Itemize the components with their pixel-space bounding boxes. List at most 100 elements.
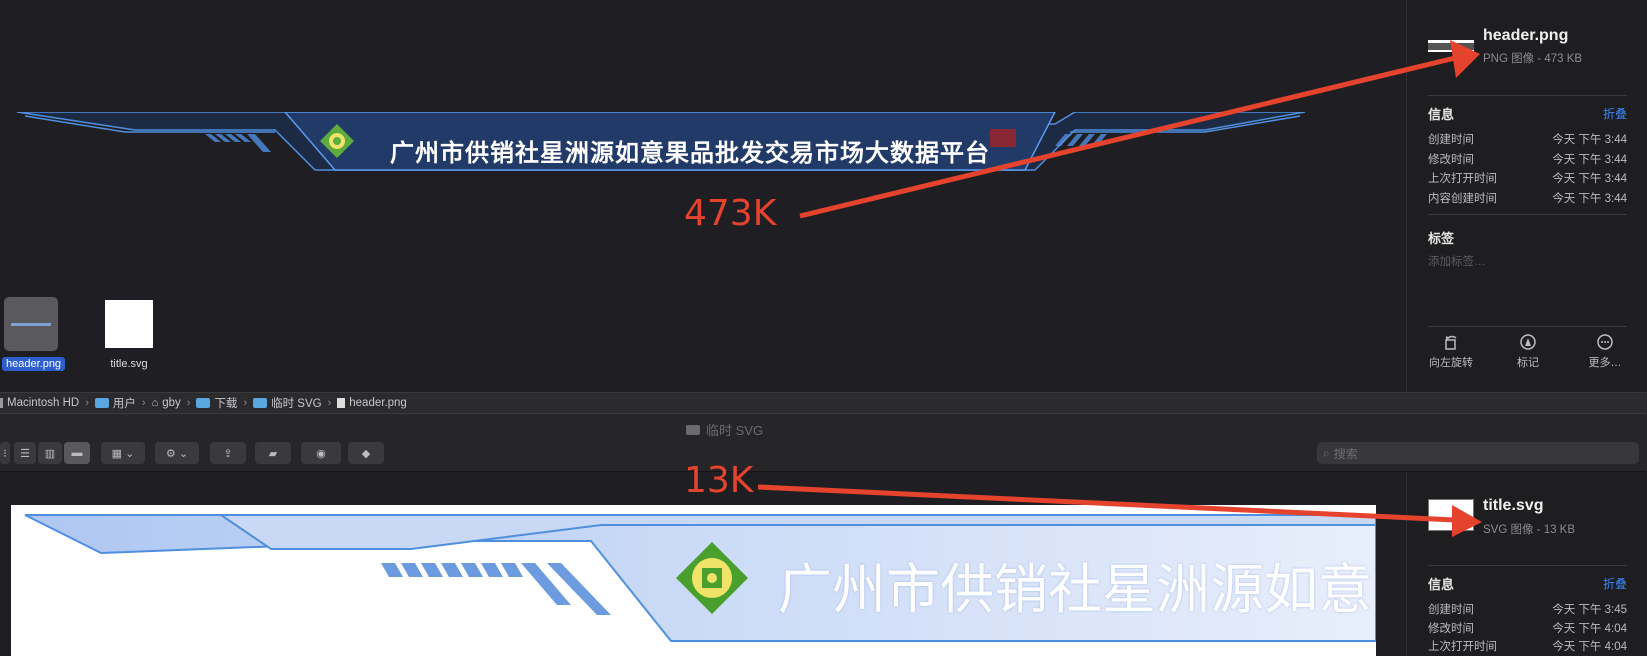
info-row: 内容创建时间 今天 下午 3:44 [1428, 190, 1627, 206]
info-row: 修改时间 今天 下午 4:04 [1428, 620, 1627, 636]
path-label: 下载 [214, 398, 238, 410]
info-label: 内容创建时间 [1428, 193, 1497, 205]
tag-icon: ◆ [361, 447, 371, 460]
view-list-button[interactable]: ☰ [14, 442, 36, 464]
divider [1428, 95, 1627, 96]
divider [1428, 326, 1627, 327]
path-item-macintosh-hd[interactable]: Macintosh HD [0, 397, 79, 409]
tag-button[interactable]: ◆ [348, 442, 384, 464]
info-value: 今天 下午 3:44 [1552, 173, 1627, 185]
action-label: 向左旋转 [1429, 357, 1473, 369]
inspector-thumbnail [1428, 40, 1474, 52]
banner-title: 广州市供销社星洲源如意果品批发交易市场大数据平台 [390, 139, 990, 167]
view-gallery-button[interactable]: ▬ [64, 442, 90, 464]
search-field[interactable]: ⌕ 搜索 [1317, 442, 1639, 464]
action-label: 更多… [1588, 357, 1622, 369]
folder-icon [686, 424, 700, 435]
quick-look-button[interactable]: ◉ [301, 442, 341, 464]
file-item-header-png[interactable]: header.png [2, 297, 66, 371]
path-item-gby[interactable]: ⌂ gby [152, 397, 181, 409]
file-thumbnail [4, 297, 58, 351]
path-label: Macintosh HD [7, 397, 80, 409]
info-value: 今天 下午 4:04 [1552, 641, 1627, 653]
view-columns-button[interactable]: ▥ [38, 442, 62, 464]
path-label: 临时 SVG [271, 398, 322, 410]
info-row: 修改时间 今天 下午 3:44 [1428, 151, 1627, 167]
tags-input[interactable]: 添加标签… [1428, 253, 1486, 269]
path-label: gby [162, 397, 181, 409]
info-row: 创建时间 今天 下午 3:45 [1428, 601, 1627, 617]
chevron-right-icon: › [327, 397, 332, 409]
inspector-file-name: header.png [1483, 27, 1569, 44]
folder-icon [196, 398, 211, 408]
gallery-icon: ▬ [71, 447, 83, 459]
search-placeholder: 搜索 [1333, 446, 1358, 461]
drive-icon [0, 398, 3, 408]
info-value: 今天 下午 4:04 [1552, 623, 1627, 635]
list-icon: ☰ [20, 447, 30, 460]
folder-icon [94, 398, 109, 408]
folder-icon: ▰ [268, 447, 278, 460]
more-button[interactable]: 更多… [1575, 334, 1635, 370]
file-item-title-svg[interactable]: title.svg [100, 300, 158, 371]
rotate-left-icon [1445, 335, 1457, 350]
size-annotation-13k: 13K [684, 460, 754, 501]
share-button[interactable]: ⇪ [210, 442, 246, 464]
chevron-right-icon: › [141, 397, 146, 409]
more-icon [1597, 334, 1613, 350]
info-row: 上次打开时间 今天 下午 4:04 [1428, 638, 1627, 654]
info-value: 今天 下午 3:44 [1552, 154, 1627, 166]
file-name: title.svg [110, 358, 148, 370]
info-row: 上次打开时间 今天 下午 3:44 [1428, 170, 1627, 186]
rotate-left-button[interactable]: 向左旋转 [1421, 334, 1481, 370]
finder-toolbar: 临时 SVG ⁝ ☰ ▥ ▬ ▦ ⌄ ⚙ ⌄ ⇪ ▰ ◉ ◆ ⌕ 搜索 [0, 414, 1647, 472]
path-label: 用户 [112, 398, 136, 410]
file-thumbnail [105, 300, 153, 348]
group-icon: ▦ ⌄ [111, 447, 135, 460]
path-item-temp-svg[interactable]: 临时 SVG [253, 395, 322, 411]
divider [1428, 565, 1627, 566]
gear-icon: ⚙ ⌄ [165, 447, 189, 460]
action-label: 标记 [1517, 357, 1539, 369]
columns-icon: ▥ [44, 447, 56, 460]
path-item-users[interactable]: 用户 [94, 395, 136, 411]
title-svg-banner-text: 广州市供销社星洲源如意 [778, 558, 1372, 621]
path-item-downloads[interactable]: 下载 [196, 395, 237, 411]
info-row: 创建时间 今天 下午 3:44 [1428, 131, 1627, 147]
info-value: 今天 下午 3:44 [1552, 134, 1627, 146]
info-label: 上次打开时间 [1428, 173, 1497, 185]
new-folder-button[interactable]: ▰ [255, 442, 291, 464]
window-title: 临时 SVG [686, 420, 763, 439]
chevron-right-icon: › [85, 397, 89, 409]
info-heading: 信息 [1428, 577, 1455, 592]
tags-heading: 标签 [1428, 231, 1455, 246]
path-bar: Macintosh HD › 用户 › ⌂ gby › 下载 › 临时 SVG ›… [0, 392, 1647, 414]
info-label: 创建时间 [1428, 604, 1474, 616]
folder-icon [253, 398, 268, 408]
info-heading: 信息 [1428, 107, 1455, 122]
window-title-label: 临时 SVG [706, 423, 764, 438]
collapse-link[interactable]: 折叠 [1603, 575, 1627, 592]
info-value: 今天 下午 3:44 [1552, 193, 1627, 205]
search-icon: ⌕ [1323, 445, 1330, 460]
view-icon-button[interactable]: ⁝ [0, 442, 10, 464]
share-icon: ⇪ [223, 447, 233, 460]
file-name: header.png [2, 357, 66, 371]
finder-window-top: 广州市供销社星洲源如意果品批发交易市场大数据平台 473K header.png… [0, 0, 1647, 392]
info-label: 上次打开时间 [1428, 641, 1497, 653]
file-icon [337, 398, 346, 408]
inspector-file-info: SVG 图像 - 13 KB [1483, 524, 1576, 536]
group-button[interactable]: ▦ ⌄ [101, 442, 145, 464]
inspector-file-name: title.svg [1483, 497, 1544, 514]
size-annotation-473k: 473K [684, 193, 777, 234]
info-label: 修改时间 [1428, 623, 1474, 635]
eye-icon: ◉ [316, 447, 326, 460]
path-item-header-png[interactable]: header.png [337, 397, 407, 409]
chevron-right-icon: › [186, 397, 191, 409]
markup-button[interactable]: 标记 [1498, 334, 1558, 370]
collapse-link[interactable]: 折叠 [1603, 105, 1627, 122]
action-button[interactable]: ⚙ ⌄ [155, 442, 199, 464]
info-label: 修改时间 [1428, 154, 1474, 166]
inspector-thumbnail [1428, 499, 1474, 531]
inspector-file-info: PNG 图像 - 473 KB [1483, 53, 1583, 65]
